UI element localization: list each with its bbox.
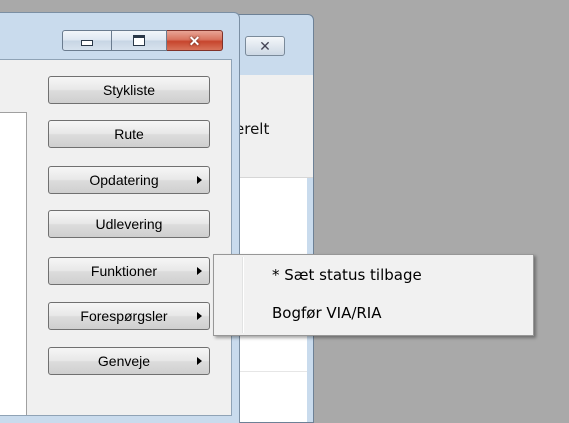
foresporgsler-button[interactable]: Forespørgsler <box>48 302 210 330</box>
udlevering-button[interactable]: Udlevering <box>48 210 210 238</box>
close-button[interactable]: ✕ <box>167 30 223 51</box>
funktioner-button-label: Funktioner <box>90 263 158 279</box>
menu-item-bogfor-via-ria[interactable]: Bogfør VIA/RIA <box>272 304 382 322</box>
rute-button[interactable]: Rute <box>48 120 210 148</box>
list-panel[interactable] <box>0 112 27 415</box>
background-window-label: erelt <box>235 120 270 138</box>
main-window: ✕ Stykliste Rute Opdatering Udlevering F… <box>0 12 240 423</box>
foresporgsler-button-label: Forespørgsler <box>80 308 168 324</box>
udlevering-button-label: Udlevering <box>95 216 163 232</box>
menu-item-saet-status-tilbage[interactable]: * Sæt status tilbage <box>272 266 422 284</box>
genveje-button-label: Genveje <box>97 353 151 369</box>
maximize-icon <box>133 35 145 46</box>
submenu-arrow-icon <box>197 176 202 184</box>
maximize-button[interactable] <box>112 30 167 51</box>
opdatering-button[interactable]: Opdatering <box>48 166 210 194</box>
menu-gutter <box>242 257 244 333</box>
opdatering-button-label: Opdatering <box>89 172 159 188</box>
stykliste-button-label: Stykliste <box>102 82 156 98</box>
genveje-button[interactable]: Genveje <box>48 347 210 375</box>
funktioner-button[interactable]: Funktioner <box>48 257 210 285</box>
stykliste-button[interactable]: Stykliste <box>48 76 210 104</box>
submenu-arrow-icon <box>197 312 202 320</box>
minimize-button[interactable] <box>62 30 112 51</box>
close-icon: ✕ <box>188 32 201 49</box>
minimize-icon <box>81 40 93 46</box>
submenu-arrow-icon <box>197 357 202 365</box>
submenu-arrow-icon <box>197 267 202 275</box>
rute-button-label: Rute <box>114 126 144 142</box>
funktioner-submenu: * Sæt status tilbage Bogfør VIA/RIA <box>213 254 534 336</box>
close-icon[interactable]: ✕ <box>245 36 285 56</box>
